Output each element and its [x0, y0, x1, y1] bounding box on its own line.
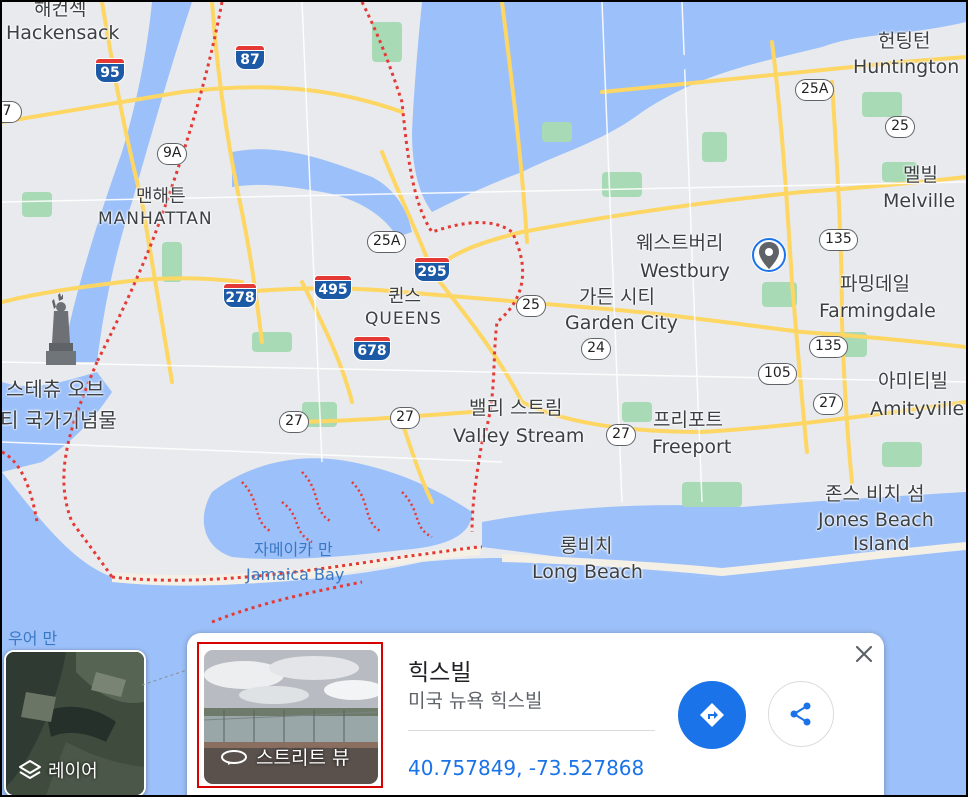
route-135-north-shield: 135: [819, 229, 858, 251]
label-huntington: Huntington: [853, 56, 960, 78]
route-25-east-shield: 25: [885, 116, 915, 138]
streetview-label-group: 스트리트 뷰: [220, 743, 349, 770]
location-pin-icon[interactable]: [750, 236, 788, 276]
label-long-beach-ko: 롱비치: [560, 535, 613, 557]
label-bay-partial: 우어 만: [8, 629, 58, 648]
label-jones-beach-2: Island: [853, 533, 910, 555]
streetview-thumbnail[interactable]: 스트리트 뷰: [204, 650, 378, 784]
layer-label-group: 레이어: [18, 757, 98, 783]
label-manhattan: MANHATTAN: [98, 209, 213, 229]
label-jones-beach-1: Jones Beach: [818, 509, 934, 531]
label-liberty-ko-2: 티 국가기념물: [0, 408, 117, 432]
label-queens: QUEENS: [365, 309, 442, 329]
route-25a-shield: 25A: [367, 231, 407, 253]
streetview-360-icon: [221, 749, 247, 765]
label-jamaica-bay-ko: 자메이카 만: [254, 540, 333, 559]
interstate-495-shield: 495: [314, 275, 352, 301]
interstate-678-shield: 678: [353, 336, 391, 362]
label-valley-stream-ko: 밸리 스트림: [469, 397, 563, 419]
place-address: 미국 뉴욕 힉스빌: [408, 690, 543, 712]
label-valley-stream: Valley Stream: [453, 425, 585, 447]
place-info-card: 스트리트 뷰 힉스빌 미국 뉴욕 힉스빌 40.757849, -73.5278…: [187, 633, 884, 795]
label-freeport: Freeport: [652, 436, 732, 458]
connector-line: [142, 668, 191, 686]
label-westbury-ko: 웨스트버리: [636, 232, 724, 254]
label-manhattan-ko: 맨해튼: [136, 186, 186, 207]
label-freeport-ko: 프리포트: [653, 409, 723, 431]
route-27-west-shield: 27: [279, 411, 309, 433]
statue-of-liberty-icon[interactable]: [44, 293, 78, 367]
label-farmingdale-ko: 파밍데일: [840, 273, 910, 295]
label-melville: Melville: [883, 190, 956, 212]
place-title: 힉스빌: [408, 660, 472, 686]
directions-icon: [700, 703, 724, 727]
label-westbury: Westbury: [640, 260, 730, 282]
streetview-label: 스트리트 뷰: [256, 747, 350, 769]
route-135-south-shield: 135: [809, 336, 848, 358]
interstate-95-shield: 95: [95, 58, 125, 84]
route-24-shield: 24: [581, 338, 611, 360]
label-jamaica-bay: Jamaica Bay: [246, 565, 345, 584]
close-button[interactable]: [849, 639, 879, 669]
label-jones-beach-ko: 존스 비치 섬: [825, 483, 925, 505]
directions-button[interactable]: [678, 681, 746, 749]
interstate-278-shield: 278: [223, 283, 257, 309]
share-icon: [790, 702, 811, 726]
label-amityville: Amityville: [870, 398, 965, 420]
label-farmingdale: Farmingdale: [819, 300, 936, 322]
route-105-shield: 105: [758, 363, 797, 385]
label-queens-ko: 퀸스: [388, 286, 422, 307]
label-hackensack-ko: 해컨섹: [34, 0, 87, 20]
label-long-beach: Long Beach: [532, 561, 643, 583]
route-27-mid-shield: 27: [390, 407, 420, 429]
label-liberty-ko-1: 스테츄 오브: [6, 377, 105, 401]
place-coordinates[interactable]: 40.757849, -73.527868: [408, 756, 644, 780]
layers-icon: [19, 760, 41, 779]
route-25a-east-shield: 25A: [795, 79, 835, 101]
interstate-295-shield: 295: [414, 257, 450, 283]
interstate-87-shield: 87: [235, 45, 265, 71]
label-melville-ko: 멜빌: [903, 164, 938, 186]
label-garden-city: Garden City: [565, 312, 678, 334]
layer-toggle-button[interactable]: 레이어: [4, 650, 146, 795]
label-amityville-ko: 아미티빌: [878, 370, 948, 392]
map-frame[interactable]: 95 87 278 495 295 678 9A 25A 25A 25 25 2…: [0, 0, 968, 797]
label-garden-city-ko: 가든 시티: [579, 286, 655, 308]
divider: [408, 730, 655, 731]
close-icon: [855, 645, 873, 663]
route-27-shield: 27: [606, 424, 636, 446]
streetview-highlight: 스트리트 뷰: [197, 642, 383, 788]
route-7-shield: 7: [2, 101, 22, 123]
label-huntington-ko: 헌팅턴: [878, 30, 931, 52]
share-button[interactable]: [768, 681, 834, 747]
route-25-shield: 25: [516, 295, 546, 317]
layer-label: 레이어: [48, 761, 98, 782]
label-hackensack: Hackensack: [6, 22, 120, 44]
route-9a-shield: 9A: [157, 143, 188, 165]
route-27-east-shield: 27: [813, 393, 843, 415]
